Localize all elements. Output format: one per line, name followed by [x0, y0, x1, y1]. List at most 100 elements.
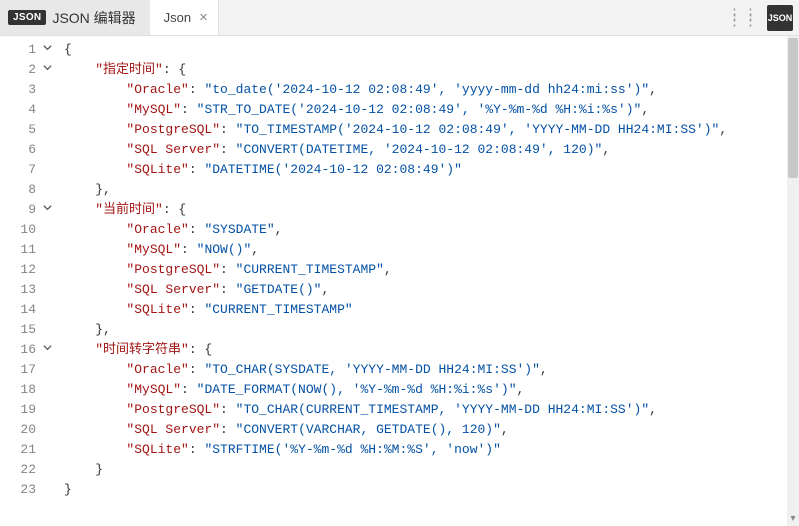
- code-line[interactable]: "Oracle": "TO_CHAR(SYSDATE, 'YYYY-MM-DD …: [64, 360, 799, 380]
- code-line[interactable]: }: [64, 460, 799, 480]
- gutter-row: 1: [0, 40, 58, 60]
- scrollbar-vertical[interactable]: ▾: [787, 36, 799, 526]
- code-line[interactable]: "MySQL": "STR_TO_DATE('2024-10-12 02:08:…: [64, 100, 799, 120]
- gutter-row: 12: [0, 260, 58, 280]
- code-line[interactable]: },: [64, 180, 799, 200]
- token-p: :: [220, 262, 236, 277]
- chevron-down-icon[interactable]: [40, 200, 54, 220]
- token-p: {: [64, 42, 72, 57]
- token-p: ,: [517, 382, 525, 397]
- token-key: "PostgreSQL": [126, 122, 220, 137]
- line-number: 12: [14, 260, 36, 280]
- line-number: 6: [14, 140, 36, 160]
- gutter-row: 18: [0, 380, 58, 400]
- line-number: 2: [14, 60, 36, 80]
- token-p: :: [189, 442, 205, 457]
- token-key: "Oracle": [126, 82, 188, 97]
- token-p: :: [189, 82, 205, 97]
- token-str: "TO_TIMESTAMP('2024-10-12 02:08:49', 'YY…: [236, 122, 720, 137]
- code-line[interactable]: "SQLite": "STRFTIME('%Y-%m-%d %H:%M:%S',…: [64, 440, 799, 460]
- code-line[interactable]: "MySQL": "NOW()",: [64, 240, 799, 260]
- gutter-row: 15: [0, 320, 58, 340]
- token-key: "SQLite": [126, 162, 188, 177]
- token-str: "CURRENT_TIMESTAMP": [236, 262, 384, 277]
- token-p: ,: [321, 282, 329, 297]
- code-line[interactable]: "Oracle": "to_date('2024-10-12 02:08:49'…: [64, 80, 799, 100]
- token-key: "PostgreSQL": [126, 262, 220, 277]
- token-p: ,: [251, 242, 259, 257]
- app-title: JSON 编辑器: [52, 8, 135, 28]
- json-format-icon[interactable]: JSON: [767, 5, 793, 31]
- code-line[interactable]: "PostgreSQL": "CURRENT_TIMESTAMP",: [64, 260, 799, 280]
- code-line[interactable]: "SQL Server": "GETDATE()",: [64, 280, 799, 300]
- token-str: "DATETIME('2024-10-12 02:08:49')": [204, 162, 461, 177]
- chevron-down-icon[interactable]: [40, 340, 54, 360]
- close-icon[interactable]: ×: [199, 10, 208, 25]
- gutter-row: 16: [0, 340, 58, 360]
- token-p: :: [181, 102, 197, 117]
- line-number: 14: [14, 300, 36, 320]
- line-number: 23: [14, 480, 36, 500]
- code-line[interactable]: },: [64, 320, 799, 340]
- token-p: :: [181, 382, 197, 397]
- code-line[interactable]: }: [64, 480, 799, 500]
- token-p: },: [95, 182, 111, 197]
- token-p: :: [189, 302, 205, 317]
- code-line[interactable]: "Oracle": "SYSDATE",: [64, 220, 799, 240]
- code-line[interactable]: "当前时间": {: [64, 200, 799, 220]
- token-p: : {: [163, 62, 186, 77]
- drag-handle-icon[interactable]: ⋮⋮⋮⋮: [727, 12, 759, 24]
- code-line[interactable]: "SQLite": "DATETIME('2024-10-12 02:08:49…: [64, 160, 799, 180]
- tab-label: Json: [164, 10, 191, 25]
- gutter-row: 22: [0, 460, 58, 480]
- line-number: 22: [14, 460, 36, 480]
- token-key: "PostgreSQL": [126, 402, 220, 417]
- code-line[interactable]: "指定时间": {: [64, 60, 799, 80]
- token-str: "DATE_FORMAT(NOW(), '%Y-%m-%d %H:%i:%s')…: [197, 382, 517, 397]
- token-str: "NOW()": [197, 242, 252, 257]
- token-key: "MySQL": [126, 102, 181, 117]
- line-number: 5: [14, 120, 36, 140]
- chevron-down-icon[interactable]: [40, 40, 54, 60]
- scroll-down-icon[interactable]: ▾: [787, 513, 799, 524]
- code-area[interactable]: { "指定时间": { "Oracle": "to_date('2024-10-…: [58, 36, 799, 526]
- gutter-row: 9: [0, 200, 58, 220]
- token-key: "SQL Server": [126, 282, 220, 297]
- gutter-row: 10: [0, 220, 58, 240]
- token-p: :: [189, 222, 205, 237]
- gutter-row: 5: [0, 120, 58, 140]
- token-p: ,: [540, 362, 548, 377]
- title-left: JSON JSON 编辑器: [0, 0, 150, 35]
- json-badge-icon: JSON: [8, 10, 46, 25]
- code-line[interactable]: "PostgreSQL": "TO_CHAR(CURRENT_TIMESTAMP…: [64, 400, 799, 420]
- code-line[interactable]: "SQL Server": "CONVERT(VARCHAR, GETDATE(…: [64, 420, 799, 440]
- token-p: :: [189, 362, 205, 377]
- line-number: 11: [14, 240, 36, 260]
- code-line[interactable]: "SQL Server": "CONVERT(DATETIME, '2024-1…: [64, 140, 799, 160]
- code-line[interactable]: "时间转字符串": {: [64, 340, 799, 360]
- gutter-row: 7: [0, 160, 58, 180]
- gutter-row: 11: [0, 240, 58, 260]
- token-str: "STRFTIME('%Y-%m-%d %H:%M:%S', 'now')": [204, 442, 500, 457]
- scroll-thumb[interactable]: [788, 38, 798, 178]
- code-line[interactable]: {: [64, 40, 799, 60]
- token-p: ,: [275, 222, 283, 237]
- code-line[interactable]: "PostgreSQL": "TO_TIMESTAMP('2024-10-12 …: [64, 120, 799, 140]
- gutter-row: 6: [0, 140, 58, 160]
- gutter-row: 20: [0, 420, 58, 440]
- token-p: }: [64, 482, 72, 497]
- line-number: 16: [14, 340, 36, 360]
- token-p: :: [181, 242, 197, 257]
- line-number: 17: [14, 360, 36, 380]
- gutter-row: 21: [0, 440, 58, 460]
- gutter-row: 13: [0, 280, 58, 300]
- tab-json[interactable]: Json ×: [150, 0, 219, 35]
- token-key: "时间转字符串": [95, 342, 189, 357]
- token-p: ,: [649, 82, 657, 97]
- gutter-row: 14: [0, 300, 58, 320]
- code-line[interactable]: "MySQL": "DATE_FORMAT(NOW(), '%Y-%m-%d %…: [64, 380, 799, 400]
- token-key: "当前时间": [95, 202, 163, 217]
- chevron-down-icon[interactable]: [40, 60, 54, 80]
- code-line[interactable]: "SQLite": "CURRENT_TIMESTAMP": [64, 300, 799, 320]
- token-p: :: [220, 142, 236, 157]
